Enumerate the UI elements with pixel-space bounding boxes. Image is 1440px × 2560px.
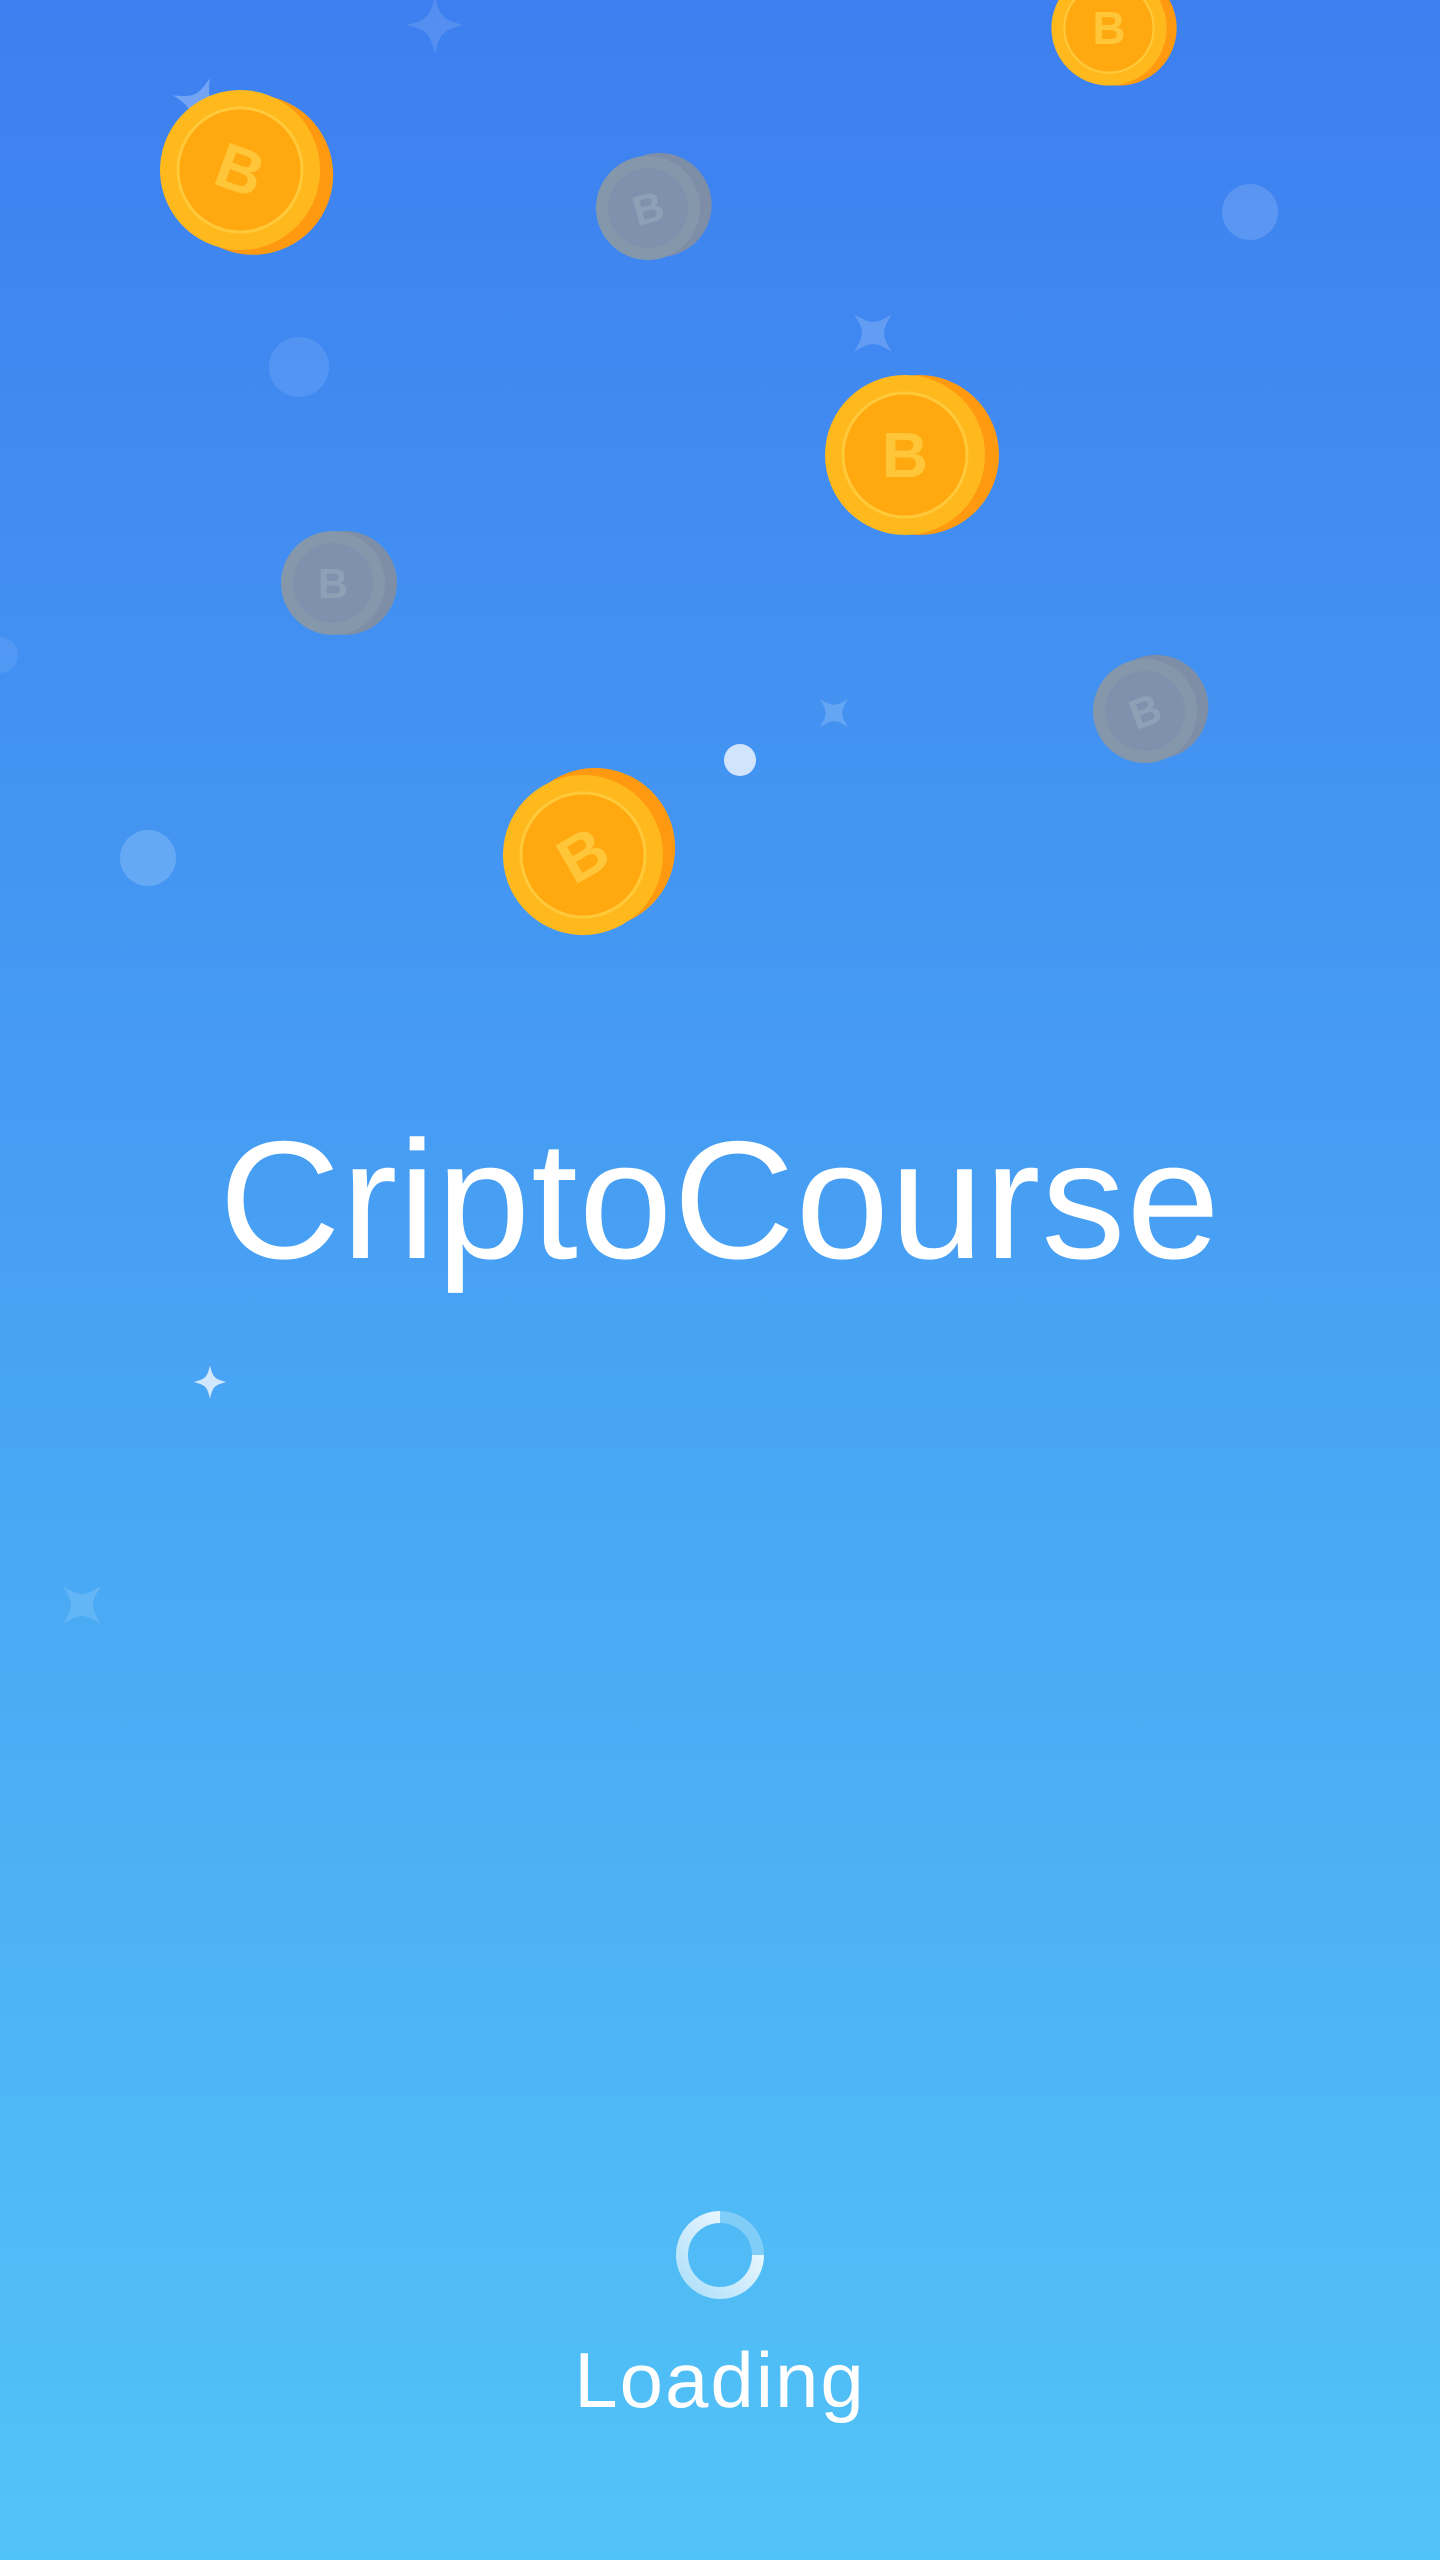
loading-spinner-icon	[676, 2211, 764, 2299]
bubble-icon	[724, 744, 756, 776]
bubble-icon	[1222, 184, 1278, 240]
splash-screen: B B	[0, 0, 1440, 2560]
bubble-icon	[120, 830, 176, 886]
bitcoin-coin-icon	[281, 531, 397, 635]
bubble-icon	[269, 337, 329, 397]
bitcoin-coin-icon	[823, 373, 1001, 537]
app-title: CriptoCourse	[219, 1106, 1221, 1294]
loading-label: Loading	[574, 2336, 866, 2424]
